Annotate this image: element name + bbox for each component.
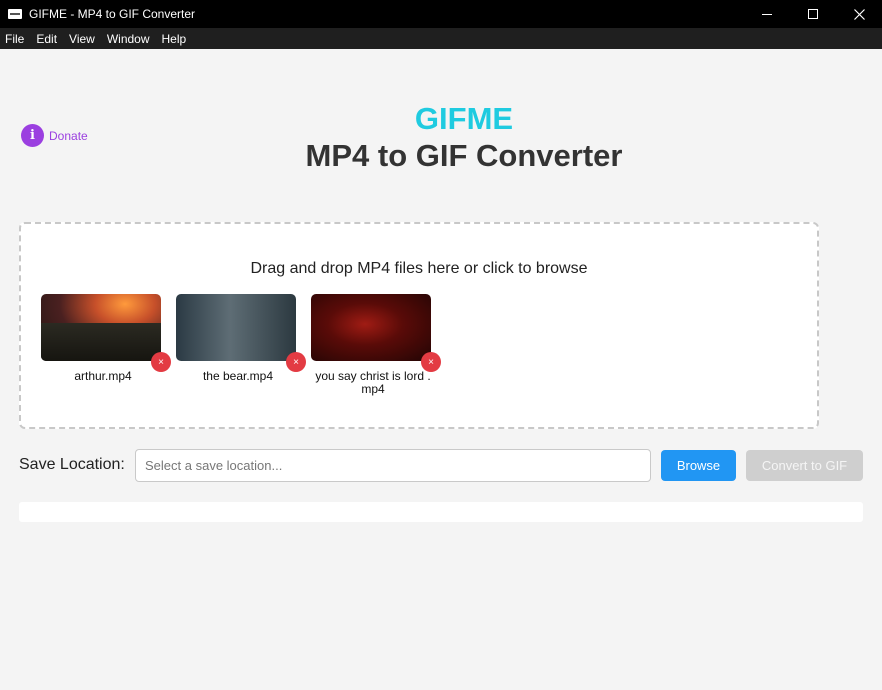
minimize-button[interactable] bbox=[744, 0, 790, 28]
file-name: arthur.mp4 bbox=[74, 369, 132, 383]
window-title: GIFME - MP4 to GIF Converter bbox=[29, 7, 196, 21]
file-card: × the bear.mp4 bbox=[176, 294, 306, 383]
convert-button[interactable]: Convert to GIF bbox=[746, 450, 863, 481]
menu-file[interactable]: File bbox=[5, 32, 24, 46]
menu-bar: File Edit View Window Help bbox=[0, 28, 882, 49]
progress-bar bbox=[19, 502, 863, 522]
file-card: × you say christ is lord . mp4 bbox=[311, 294, 441, 396]
save-location-input[interactable] bbox=[135, 449, 651, 482]
window-controls bbox=[744, 0, 882, 28]
menu-edit[interactable]: Edit bbox=[36, 32, 57, 46]
close-icon bbox=[853, 8, 865, 20]
save-location-label: Save Location: bbox=[19, 456, 125, 473]
video-thumbnail bbox=[41, 294, 161, 361]
drop-zone-instruction: Drag and drop MP4 files here or click to… bbox=[250, 260, 588, 277]
minimize-icon bbox=[762, 13, 772, 15]
remove-file-button[interactable]: × bbox=[421, 352, 441, 372]
file-name: the bear.mp4 bbox=[202, 369, 274, 383]
page-title: MP4 to GIF Converter bbox=[305, 138, 623, 173]
file-card: × arthur.mp4 bbox=[41, 294, 171, 383]
brand-title: GIFME bbox=[414, 101, 514, 136]
browse-button[interactable]: Browse bbox=[661, 450, 736, 481]
drop-zone[interactable]: Drag and drop MP4 files here or click to… bbox=[19, 222, 819, 429]
file-name: you say christ is lord . mp4 bbox=[315, 369, 431, 396]
menu-view[interactable]: View bbox=[69, 32, 95, 46]
title-bar: GIFME - MP4 to GIF Converter bbox=[0, 0, 882, 28]
video-thumbnail bbox=[176, 294, 296, 361]
menu-help[interactable]: Help bbox=[162, 32, 187, 46]
remove-file-button[interactable]: × bbox=[151, 352, 171, 372]
menu-window[interactable]: Window bbox=[107, 32, 150, 46]
remove-file-button[interactable]: × bbox=[286, 352, 306, 372]
close-button[interactable] bbox=[836, 0, 882, 28]
video-thumbnail bbox=[311, 294, 431, 361]
maximize-button[interactable] bbox=[790, 0, 836, 28]
app-icon bbox=[8, 9, 22, 19]
maximize-icon bbox=[808, 9, 818, 19]
